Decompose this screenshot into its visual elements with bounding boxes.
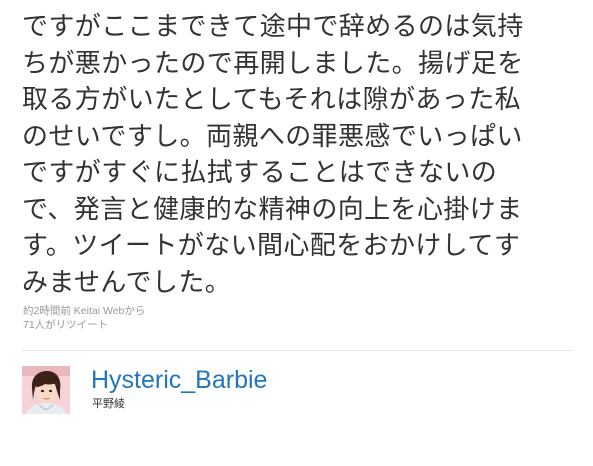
tweet-timestamp[interactable]: 約2時間前 xyxy=(23,305,71,317)
tweet-meta: 約2時間前 Keitai Webから 71人がリツイート xyxy=(23,304,145,332)
tweet-text: ですがここまできて途中で辞めるのは気持 ちが悪かったので再開しました。揚げ足を … xyxy=(22,9,582,301)
tweet-timestamp-source: 約2時間前 Keitai Webから xyxy=(23,304,145,318)
retweet-count[interactable]: 71人がリツイート xyxy=(23,318,145,332)
tweet-text-line: で、発言と健康的な精神の向上を心掛けま xyxy=(22,194,523,225)
tweet-source[interactable]: Keitai Webから xyxy=(74,305,146,317)
divider xyxy=(22,350,573,351)
user-full-name: 平野綾 xyxy=(92,397,125,410)
tweet-text-line: ちが悪かったので再開しました。揚げ足を xyxy=(22,48,524,79)
user-avatar-photo[interactable] xyxy=(22,366,70,414)
tweet-text-line: みませんでした。 xyxy=(22,267,232,298)
tweet-text-line: す。ツイートがない間心配をおかけしてす xyxy=(22,231,521,261)
tweet-text-line: のせいですし。両親への罪悪感でいっぱい xyxy=(22,121,523,152)
tweet-text-line: 取る方がいたとしてもそれは隙があった私 xyxy=(22,85,522,115)
user-screen-name-link[interactable]: Hysteric_Barbie xyxy=(91,365,267,395)
tweet-text-line: ですがすぐに払拭することはできないの xyxy=(22,158,498,188)
tweet-text-line: ですがここまできて途中で辞めるのは気持 xyxy=(22,12,524,42)
avatar-image xyxy=(22,366,70,414)
